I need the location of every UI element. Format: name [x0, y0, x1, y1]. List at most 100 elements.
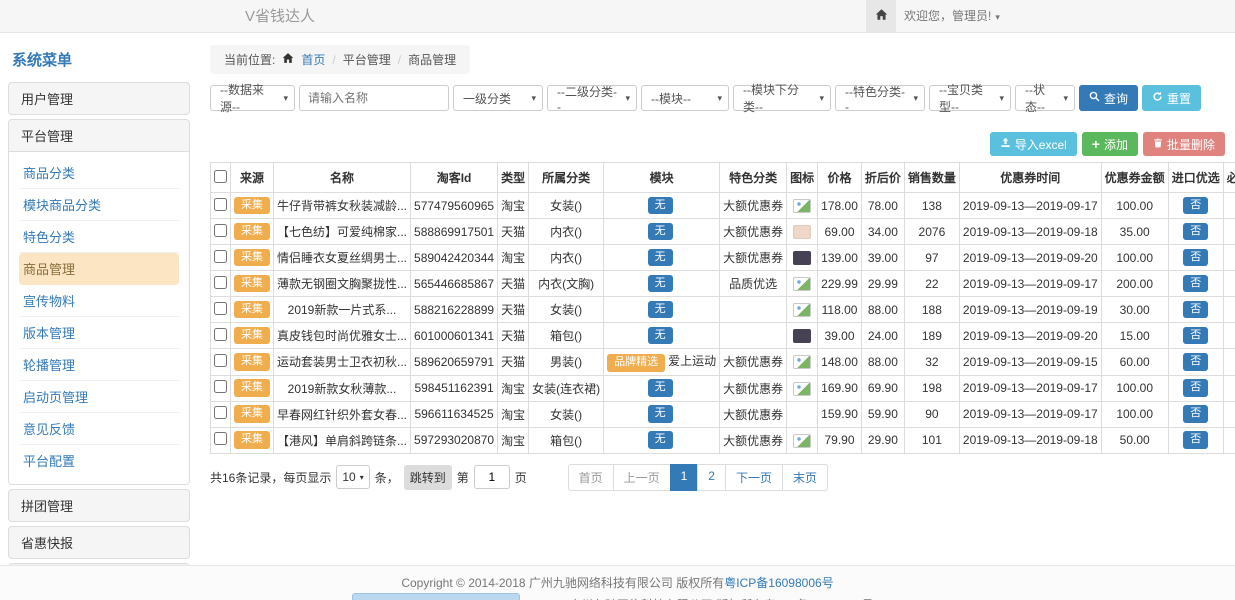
- import-select-cell: 否: [1168, 297, 1223, 323]
- caret-down-icon: ▾: [819, 93, 824, 104]
- submenu-item-feedback[interactable]: 意见反馈: [19, 413, 179, 445]
- breadcrumb-home-link[interactable]: 首页: [301, 51, 325, 68]
- pager-page-1[interactable]: 1: [670, 464, 699, 491]
- must-buy-cell: 否: [1223, 219, 1235, 245]
- import-select-toggle[interactable]: 否: [1183, 249, 1208, 267]
- filter-feature-select[interactable]: --特色分类--▾: [835, 85, 925, 111]
- module-badge[interactable]: 无: [648, 405, 673, 423]
- filter-module-select[interactable]: --模块--▾: [641, 85, 729, 111]
- module-badge[interactable]: 无: [648, 197, 673, 215]
- discount-price-cell: 88.00: [861, 297, 904, 323]
- filter-category2-select[interactable]: --二级分类--▾: [547, 85, 637, 111]
- pager-prev[interactable]: 上一页: [613, 464, 671, 491]
- taoke-id-cell: 577479560965: [411, 193, 498, 219]
- row-checkbox[interactable]: [214, 276, 227, 289]
- row-checkbox[interactable]: [214, 250, 227, 263]
- filter-item-type-select[interactable]: --宝贝类型--▾: [929, 85, 1011, 111]
- import-select-toggle[interactable]: 否: [1183, 405, 1208, 423]
- import-select-toggle[interactable]: 否: [1183, 353, 1208, 371]
- per-page-select[interactable]: 10▾: [336, 465, 369, 489]
- import-select-toggle[interactable]: 否: [1183, 379, 1208, 397]
- reset-button[interactable]: 重置: [1142, 85, 1201, 111]
- submenu-item-goods-management[interactable]: 商品管理: [19, 253, 179, 285]
- row-checkbox[interactable]: [214, 302, 227, 315]
- import-select-toggle[interactable]: 否: [1183, 431, 1208, 449]
- batch-delete-button[interactable]: 批量删除: [1143, 132, 1225, 156]
- product-thumbnail: [793, 382, 811, 396]
- source-cell: 采集: [231, 323, 274, 349]
- import-select-cell: 否: [1168, 349, 1223, 376]
- col-sales: 销售数量: [904, 163, 959, 193]
- navbar-home-button[interactable]: [866, 0, 896, 32]
- filter-status-select[interactable]: --状态--▾: [1015, 85, 1075, 111]
- sidebar-item-user-management[interactable]: 用户管理: [8, 82, 190, 115]
- submenu-item-goods-category[interactable]: 商品分类: [19, 157, 179, 189]
- select-all-checkbox[interactable]: [214, 170, 227, 183]
- user-menu[interactable]: 欢迎您，管理员!▾: [904, 0, 1000, 34]
- import-excel-button[interactable]: 导入excel: [990, 132, 1077, 156]
- submenu-item-splash-management[interactable]: 启动页管理: [19, 381, 179, 413]
- submenu-item-platform-config[interactable]: 平台配置: [19, 445, 179, 476]
- import-select-cell: 否: [1168, 323, 1223, 349]
- submenu-item-promo-material[interactable]: 宣传物料: [19, 285, 179, 317]
- submenu-item-version-management[interactable]: 版本管理: [19, 317, 179, 349]
- module-text: 爱上运动: [668, 354, 716, 368]
- feature-cell: 大额优惠券: [720, 219, 787, 245]
- breadcrumb-separator: /: [398, 53, 401, 67]
- module-badge[interactable]: 无: [648, 379, 673, 397]
- import-select-toggle[interactable]: 否: [1183, 301, 1208, 319]
- submenu-item-carousel-management[interactable]: 轮播管理: [19, 349, 179, 381]
- module-badge[interactable]: 无: [648, 301, 673, 319]
- row-checkbox[interactable]: [214, 328, 227, 341]
- type-cell: 天猫: [498, 219, 529, 245]
- row-checkbox[interactable]: [214, 198, 227, 211]
- price-cell: 169.90: [818, 375, 862, 401]
- import-select-cell: 否: [1168, 427, 1223, 453]
- module-cell: 无: [604, 427, 720, 453]
- submenu-item-feature-category[interactable]: 特色分类: [19, 221, 179, 253]
- row-select-cell: [211, 219, 231, 245]
- import-select-toggle[interactable]: 否: [1183, 327, 1208, 345]
- filter-category1-select[interactable]: 一级分类▾: [453, 85, 543, 111]
- price-cell: 178.00: [818, 193, 862, 219]
- coupon-amount-cell: 100.00: [1101, 193, 1168, 219]
- col-must-buy: 必买清单: [1223, 163, 1235, 193]
- name-search-input[interactable]: [299, 85, 449, 111]
- row-checkbox[interactable]: [214, 432, 227, 445]
- pager-next[interactable]: 下一页: [725, 464, 783, 491]
- search-button[interactable]: 查询: [1079, 85, 1138, 111]
- filter-module-sub-select[interactable]: --模块下分类--▾: [733, 85, 831, 111]
- module-badge[interactable]: 无: [648, 327, 673, 345]
- icp-link[interactable]: 粤ICP备16098006号: [724, 576, 833, 590]
- source-cell: 采集: [231, 245, 274, 271]
- sales-cell: 188: [904, 297, 959, 323]
- import-select-toggle[interactable]: 否: [1183, 223, 1208, 241]
- pager-first[interactable]: 首页: [568, 464, 614, 491]
- sidebar-item-platform-management[interactable]: 平台管理: [9, 120, 189, 152]
- module-badge[interactable]: 无: [648, 431, 673, 449]
- module-badge[interactable]: 无: [648, 249, 673, 267]
- import-select-toggle[interactable]: 否: [1183, 275, 1208, 293]
- sidebar-item-saving-news[interactable]: 省惠快报: [8, 526, 190, 559]
- pager-page-2[interactable]: 2: [697, 464, 726, 491]
- row-checkbox[interactable]: [214, 354, 227, 367]
- sidebar-item-group-buy[interactable]: 拼团管理: [8, 489, 190, 522]
- table-row: 采集 薄款无钢圈文胸聚拢性... 565446685867 天猫 内衣(文胸) …: [211, 271, 1235, 297]
- module-badge[interactable]: 品牌精选: [607, 354, 665, 372]
- col-icon: 图标: [787, 163, 818, 193]
- submenu-item-module-goods-category[interactable]: 模块商品分类: [19, 189, 179, 221]
- row-checkbox[interactable]: [214, 380, 227, 393]
- jump-button[interactable]: 跳转到: [404, 465, 452, 490]
- icon-cell: [787, 401, 818, 427]
- row-checkbox[interactable]: [214, 224, 227, 237]
- import-select-toggle[interactable]: 否: [1183, 197, 1208, 215]
- pager-last[interactable]: 末页: [782, 464, 828, 491]
- module-badge[interactable]: 无: [648, 223, 673, 241]
- page-number-input[interactable]: [474, 465, 510, 489]
- row-checkbox[interactable]: [214, 406, 227, 419]
- add-button[interactable]: + 添加: [1082, 132, 1138, 156]
- sales-cell: 90: [904, 401, 959, 427]
- filter-source-select[interactable]: --数据来源--▾: [210, 85, 295, 111]
- records-total-text: 共16条记录，每页显示: [210, 469, 331, 486]
- module-badge[interactable]: 无: [648, 275, 673, 293]
